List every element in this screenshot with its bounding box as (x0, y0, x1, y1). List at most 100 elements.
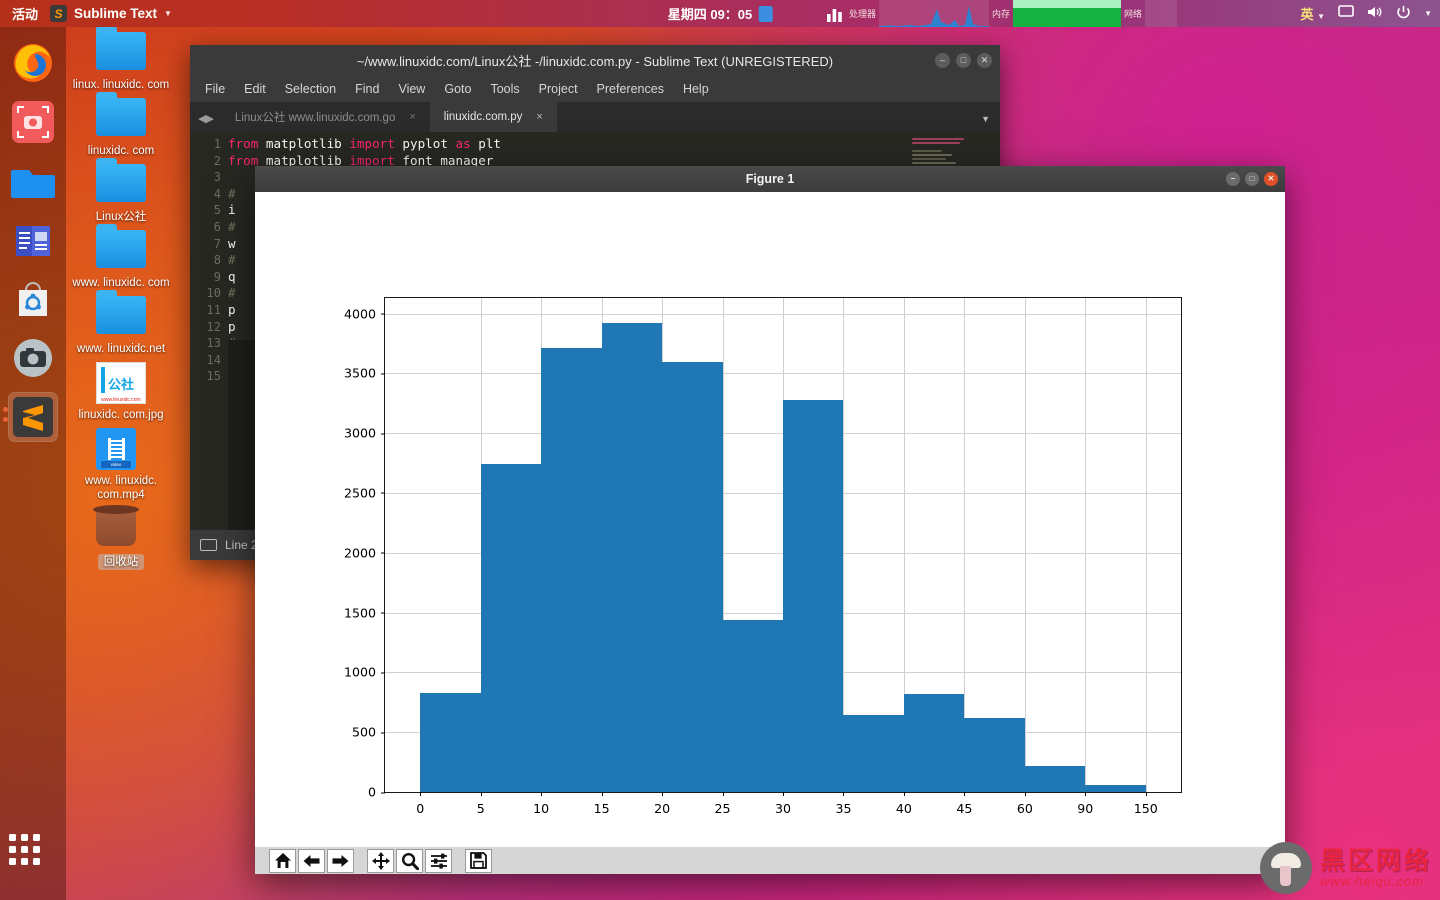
maximize-button[interactable]: □ (1245, 172, 1259, 186)
menu-tools[interactable]: Tools (483, 79, 526, 99)
desktop-icon-folder[interactable]: www. linuxidc. com (66, 224, 176, 290)
code-token: matplotlib (265, 136, 350, 151)
system-monitor-indicator[interactable]: 处理器 内存 网络 (824, 0, 1178, 27)
tab-linuxidc-go[interactable]: Linux公社 www.linuxidc.com.go × (220, 102, 430, 132)
close-icon[interactable]: × (409, 111, 415, 123)
menu-edit[interactable]: Edit (237, 79, 273, 99)
dock-item-libreoffice-writer[interactable] (9, 216, 57, 264)
subplots-button[interactable] (425, 848, 452, 873)
desktop-icon-folder[interactable]: Linux公社 (66, 158, 176, 224)
dock-item-files[interactable] (9, 157, 57, 205)
line-number: 8 (213, 253, 221, 268)
tab-nav-arrows-icon[interactable]: ◀▶ (190, 112, 221, 132)
tab-label: linuxidc.com.py (443, 111, 523, 123)
x-axis-tick-label: 35 (835, 792, 851, 816)
code-token: p (228, 301, 236, 317)
dock-item-sublime-text[interactable] (3, 392, 58, 442)
grid-icon (9, 834, 57, 865)
home-button[interactable] (269, 848, 296, 873)
desktop-icon-label: linuxidc. com (87, 145, 155, 157)
pan-button[interactable] (367, 848, 394, 873)
folder-icon (96, 158, 146, 206)
menu-view[interactable]: View (391, 79, 432, 99)
close-button[interactable]: ✕ (1264, 172, 1278, 186)
code-token: # (228, 218, 236, 234)
chart-bar (903, 693, 965, 792)
desktop-icon-folder[interactable]: linux. linuxidc. com (66, 26, 176, 92)
status-line-indicator[interactable]: Line 2 (225, 538, 258, 552)
gridline-vertical (1024, 298, 1026, 792)
display-icon[interactable] (1338, 5, 1354, 22)
zoom-button[interactable] (396, 848, 423, 873)
chart-bar (843, 714, 904, 792)
figure-canvas[interactable]: 0 500 1000 1500 2000 2500 3000 3500 4000 0 5 10 15 20… (255, 192, 1285, 847)
chevron-down-icon[interactable]: ▼ (1424, 9, 1432, 18)
menu-find[interactable]: Find (348, 79, 386, 99)
code-line: from matplotlib import pyplot as plt (228, 136, 1000, 153)
folder-icon (96, 290, 146, 338)
code-token: pyplot (402, 136, 456, 151)
power-icon[interactable] (1396, 5, 1411, 23)
line-number: 4 (213, 186, 221, 201)
magnifier-icon (401, 852, 419, 870)
app-menu-sublime-text[interactable]: S Sublime Text ▼ (50, 5, 172, 22)
save-button[interactable] (465, 848, 492, 873)
desktop-icon-image[interactable]: 公社 www.linuxidc.com linuxidc. com.jpg (66, 362, 176, 422)
dock-item-screenshot[interactable] (9, 98, 57, 146)
x-axis-tick-label: 25 (715, 792, 731, 816)
chart-bar (662, 362, 723, 792)
close-button[interactable]: ✕ (977, 52, 992, 68)
mushroom-icon (1259, 842, 1312, 894)
dock-item-ubuntu-software[interactable] (9, 275, 57, 323)
chart-bars-icon (827, 9, 842, 22)
chart-bar (541, 347, 602, 792)
figure-title-bar: Figure 1 – □ ✕ (255, 166, 1285, 192)
minimize-button[interactable]: – (935, 52, 950, 68)
figure-window[interactable]: Figure 1 – □ ✕ 0 500 1000 1500 2000 2500 3000 3… (255, 166, 1285, 874)
calendar-icon (758, 5, 773, 22)
volume-icon[interactable] (1367, 5, 1383, 22)
back-button[interactable] (298, 848, 325, 873)
chevron-down-icon[interactable]: ▼ (981, 114, 990, 124)
network-graph (1145, 0, 1178, 27)
menu-preferences[interactable]: Preferences (590, 79, 671, 99)
line-number: 5 (213, 203, 221, 218)
trash-icon (93, 505, 146, 550)
code-token: # (228, 285, 236, 301)
dock-item-firefox[interactable] (9, 39, 57, 87)
x-axis-tick-label: 40 (896, 792, 912, 816)
dock-item-camera[interactable] (9, 334, 57, 382)
menu-help[interactable]: Help (676, 79, 716, 99)
menu-project[interactable]: Project (532, 79, 585, 99)
watermark-url: www.heiqu.com (1319, 873, 1425, 889)
maximize-button[interactable]: □ (956, 52, 971, 68)
code-token: from (228, 136, 266, 151)
menu-selection[interactable]: Selection (278, 79, 343, 99)
desktop-icon-trash[interactable]: 回收站 (66, 505, 176, 570)
code-token: # (228, 252, 236, 268)
x-axis-tick-label: 10 (533, 792, 549, 816)
sublime-text-icon (13, 397, 53, 437)
desktop-icon-folder[interactable]: www. linuxidc.net (66, 290, 176, 356)
tab-linuxidc-py[interactable]: linuxidc.com.py × (429, 102, 557, 132)
show-applications-button[interactable] (9, 834, 57, 882)
desktop-icon-video[interactable]: video www. linuxidc. com.mp4 (66, 428, 176, 502)
cpu-graph (879, 0, 990, 27)
menu-file[interactable]: File (198, 79, 232, 99)
forward-button[interactable] (327, 848, 354, 873)
activities-button[interactable]: 活动 (0, 4, 50, 23)
clock-area[interactable]: 星期四 09：05 (668, 4, 773, 23)
desktop-icon-label: linux. linuxidc. com (72, 79, 170, 91)
desktop-icon-folder[interactable]: linuxidc. com (66, 92, 176, 158)
chart-axes: 0 500 1000 1500 2000 2500 3000 3500 4000 0 5 10 15 20… (344, 297, 1182, 816)
screen-icon (200, 539, 217, 551)
watermark-title: 黑区网络 (1319, 846, 1432, 875)
floppy-disk-icon (470, 852, 487, 869)
folder-icon (96, 26, 146, 74)
folder-icon (96, 224, 146, 272)
minimize-button[interactable]: – (1226, 172, 1240, 186)
menu-goto[interactable]: Goto (437, 79, 478, 99)
figure-toolbar (255, 847, 1285, 874)
input-method-indicator[interactable]: 英 ▼ (1301, 4, 1326, 23)
close-icon[interactable]: × (536, 111, 542, 123)
